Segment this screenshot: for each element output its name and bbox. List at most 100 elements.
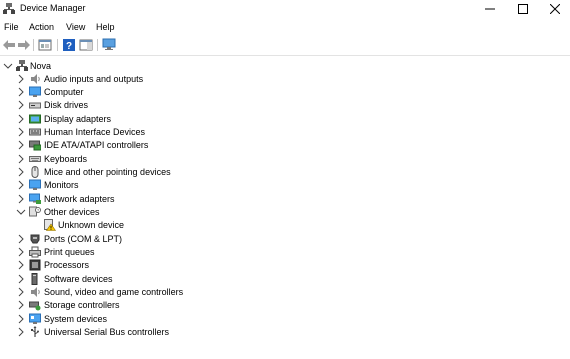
tree-item-system-devices[interactable]: System devices: [0, 313, 570, 326]
chevron-right-icon[interactable]: [16, 314, 26, 324]
unknown-device-warning-icon: [44, 219, 56, 231]
minimize-icon: [485, 8, 495, 10]
tree-item-label: Computer: [44, 87, 84, 97]
tree-item-label: System devices: [44, 314, 108, 324]
tree-item-label: Ports (COM & LPT): [44, 234, 123, 244]
tree-item-label: Mice and other pointing devices: [44, 167, 171, 177]
tree-item-label: Print queues: [44, 247, 95, 257]
tree-item-label: Universal Serial Bus controllers: [44, 327, 170, 337]
chevron-right-icon[interactable]: [16, 300, 26, 310]
toolbar-separator: [57, 39, 58, 51]
chevron-right-icon[interactable]: [16, 140, 26, 150]
chevron-right-icon[interactable]: [16, 114, 26, 124]
chevron-right-icon[interactable]: [16, 260, 26, 270]
tree-item-label: Human Interface Devices: [44, 127, 146, 137]
chevron-right-icon[interactable]: [16, 194, 26, 204]
tree-item-label: Processors: [44, 260, 90, 270]
tree-item-other-devices[interactable]: ? Other devices: [0, 206, 570, 219]
forward-arrow-icon[interactable]: [17, 38, 31, 52]
chevron-right-icon[interactable]: [16, 127, 26, 137]
menu-help[interactable]: Help: [96, 22, 115, 32]
tree-item-mice[interactable]: Mice and other pointing devices: [0, 166, 570, 179]
tree-item-label: Keyboards: [44, 154, 88, 164]
menu-view[interactable]: View: [66, 22, 85, 32]
monitor-icon: [29, 179, 41, 190]
window-title: Device Manager: [20, 3, 86, 13]
tree-item-ports[interactable]: Ports (COM & LPT): [0, 233, 570, 246]
device-manager-icon: [3, 3, 15, 14]
chevron-right-icon[interactable]: [16, 327, 26, 337]
help-question-icon[interactable]: ?: [62, 38, 76, 52]
tree-item-keyboards[interactable]: Keyboards: [0, 153, 570, 166]
tree-item-human-interface-devices[interactable]: Human Interface Devices: [0, 126, 570, 139]
chevron-right-icon[interactable]: [16, 167, 26, 177]
other-devices-icon: ?: [29, 206, 41, 217]
chevron-right-icon[interactable]: [16, 274, 26, 284]
tree-item-label: Storage controllers: [44, 300, 120, 310]
menu-file[interactable]: File: [4, 22, 19, 32]
tree-item-monitors[interactable]: Monitors: [0, 179, 570, 192]
tree-item-display-adapters[interactable]: Display adapters: [0, 113, 570, 126]
tree-item-label: Sound, video and game controllers: [44, 287, 184, 297]
properties-window-icon[interactable]: [38, 38, 52, 52]
tree-item-storage-controllers[interactable]: Storage controllers: [0, 299, 570, 312]
menu-action[interactable]: Action: [29, 22, 54, 32]
tree-item-computer[interactable]: Computer: [0, 86, 570, 99]
tree-root-label: Nova: [30, 61, 52, 71]
tree-item-audio-inputs[interactable]: Audio inputs and outputs: [0, 73, 570, 86]
svg-text:?: ?: [66, 41, 72, 52]
toolbar-separator: [97, 39, 98, 51]
toolbar-separator: [33, 39, 34, 51]
monitor-icon: [29, 86, 41, 97]
tree-item-print-queues[interactable]: Print queues: [0, 246, 570, 259]
chevron-right-icon[interactable]: [16, 234, 26, 244]
chevron-right-icon[interactable]: [16, 287, 26, 297]
tree-item-processors[interactable]: Processors: [0, 259, 570, 272]
tree-item-network-adapters[interactable]: Network adapters: [0, 193, 570, 206]
disk-drive-icon: [29, 102, 41, 109]
tree-item-label: Network adapters: [44, 194, 115, 204]
speaker-icon: [31, 287, 40, 297]
network-adapter-icon: [29, 193, 41, 204]
speaker-icon: [31, 74, 40, 84]
minimize-button[interactable]: [474, 0, 507, 17]
processor-icon: [29, 259, 41, 271]
chevron-right-icon[interactable]: [16, 74, 26, 84]
tree-item-software-devices[interactable]: Software devices: [0, 273, 570, 286]
tree-item-label: Monitors: [44, 180, 79, 190]
tree-item-sound-video-game[interactable]: Sound, video and game controllers: [0, 286, 570, 299]
chevron-right-icon[interactable]: [16, 247, 26, 257]
chevron-right-icon[interactable]: [16, 100, 26, 110]
scan-hardware-icon[interactable]: [102, 38, 116, 52]
tree-item-usb-controllers[interactable]: Universal Serial Bus controllers: [0, 326, 570, 339]
back-arrow-icon[interactable]: [2, 38, 16, 52]
system-devices-icon: [29, 313, 41, 324]
tree-item-label: Other devices: [44, 207, 100, 217]
chevron-down-icon[interactable]: [3, 61, 13, 71]
chevron-right-icon[interactable]: [16, 180, 26, 190]
toolbar: ?: [0, 35, 570, 56]
mouse-icon: [31, 166, 39, 178]
software-device-icon: [31, 273, 38, 285]
chevron-down-icon[interactable]: [16, 207, 26, 217]
chevron-right-icon[interactable]: [16, 87, 26, 97]
action-pane-icon[interactable]: [79, 38, 93, 52]
storage-controller-icon: [29, 301, 41, 311]
ide-controller-icon: [29, 140, 41, 151]
menu-bar: File Action View Help: [0, 19, 570, 34]
device-tree: Nova Audio inputs and outputs Computer D…: [0, 56, 570, 359]
tree-root-nova[interactable]: Nova: [0, 60, 570, 73]
keyboard-icon: [29, 156, 41, 162]
tree-item-label: Audio inputs and outputs: [44, 74, 144, 84]
maximize-button[interactable]: [507, 0, 540, 17]
tree-item-unknown-device[interactable]: Unknown device: [0, 219, 570, 232]
usb-icon: [31, 326, 39, 337]
chevron-right-icon[interactable]: [16, 154, 26, 164]
tree-item-disk-drives[interactable]: Disk drives: [0, 99, 570, 112]
tree-item-label: IDE ATA/ATAPI controllers: [44, 140, 149, 150]
close-icon: [550, 4, 560, 14]
close-button[interactable]: [539, 0, 570, 17]
hid-icon: [29, 128, 41, 136]
tree-item-ide-controllers[interactable]: IDE ATA/ATAPI controllers: [0, 139, 570, 152]
title-bar: Device Manager: [0, 0, 570, 17]
